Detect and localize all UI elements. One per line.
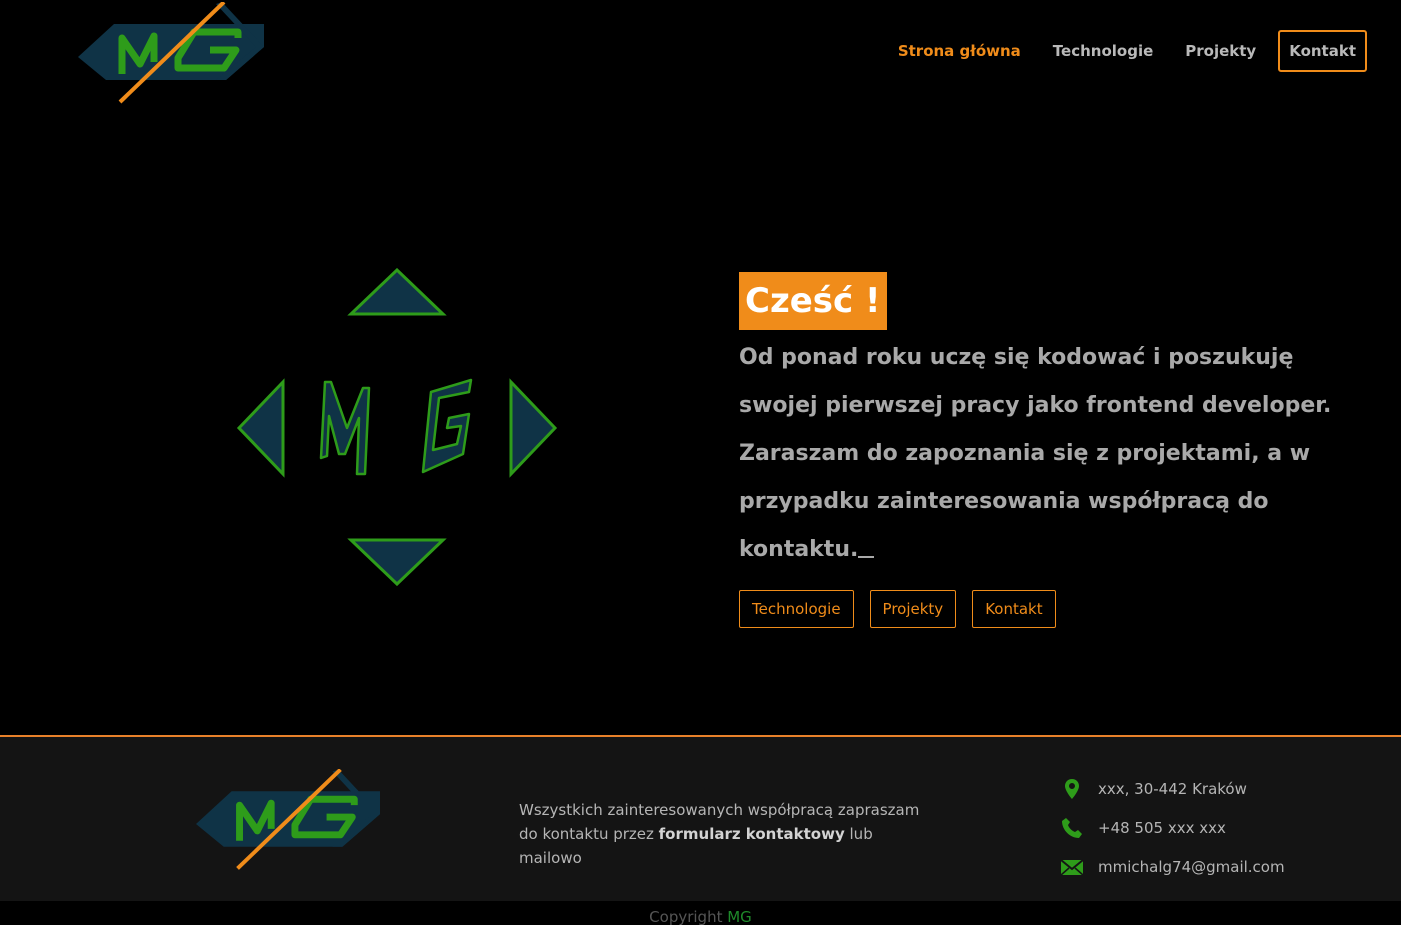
phone-row: +48 505 xxx xxx [1060,808,1285,847]
envelope-icon [1060,858,1084,876]
nav-technologies[interactable]: Technologie [1053,42,1153,60]
arrow-up-icon [347,268,447,316]
nav-home[interactable]: Strona główna [898,42,1021,60]
technologies-button[interactable]: Technologie [739,590,854,628]
arrow-right-icon [509,378,558,478]
main-nav: Strona główna Technologie Projekty Konta… [866,30,1367,72]
location-pin-icon [1065,778,1079,799]
intro-text: Od ponad roku uczę się kodować i poszuku… [739,345,1332,562]
nav-projects[interactable]: Projekty [1185,42,1256,60]
hero-intro: Cześć ! Od ponad roku uczę się kodować i… [739,272,1359,628]
copyright-brand: MG [727,908,752,925]
site-header: Strona główna Technologie Projekty Konta… [0,0,1401,110]
contact-form-link[interactable]: formularz kontaktowy [659,825,845,843]
email-row: mmichalg74@gmail.com [1060,847,1285,886]
address-row: xxx, 30-442 Kraków [1060,769,1285,808]
site-footer: Wszystkich zainteresowanych współpracą z… [0,735,1401,901]
arrow-left-icon [236,378,285,478]
typing-cursor [858,540,875,558]
letter-m [319,380,371,476]
letter-g [421,378,473,474]
contact-info: xxx, 30-442 Kraków +48 505 xxx xxx mmich… [1060,769,1285,886]
projects-button[interactable]: Projekty [869,590,957,628]
address-text: xxx, 30-442 Kraków [1098,779,1247,798]
nav-contact[interactable]: Kontakt [1278,30,1367,72]
phone-icon [1062,817,1082,838]
copyright-bar: Copyright MG [0,901,1401,925]
email-text[interactable]: mmichalg74@gmail.com [1098,858,1285,876]
hero-buttons: Technologie Projekty Kontakt [739,590,1359,628]
footer-logo [196,769,380,870]
arrow-down-icon [347,538,447,587]
contact-button[interactable]: Kontakt [972,590,1056,628]
mg-logo[interactable] [78,2,264,104]
intro-paragraph: Od ponad roku uczę się kodować i poszuku… [739,334,1339,574]
copyright-text: Copyright [649,908,728,925]
greeting-heading: Cześć ! [739,272,887,330]
mg-emblem [236,268,558,587]
footer-message: Wszystkich zainteresowanych współpracą z… [519,798,939,870]
phone-text[interactable]: +48 505 xxx xxx [1098,819,1226,837]
